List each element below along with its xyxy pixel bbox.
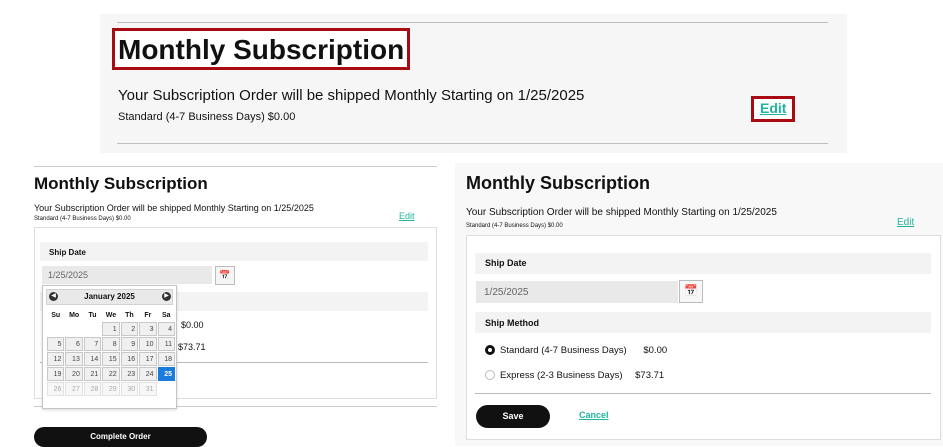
weekday-header: Tu [88,311,97,319]
calendar-day: 29 [102,382,120,396]
calendar-day[interactable]: 18 [157,352,175,366]
ship-date-input[interactable]: 1/25/2025 [42,266,212,284]
weekday-header: Fr [144,311,152,319]
subscription-editor: Monthly Subscription Your Subscription O… [455,163,943,446]
edit-link[interactable]: Edit [399,211,415,221]
divider [117,143,828,144]
calendar-day: 27 [65,382,83,396]
calendar-icon: 📅 [684,285,698,297]
page-title: Monthly Subscription [112,28,411,70]
cancel-link[interactable]: Cancel [579,410,609,420]
subscription-message: Your Subscription Order will be shipped … [466,207,777,218]
ship-date-input[interactable]: 1/25/2025 [476,281,678,303]
calendar-button[interactable]: 📅 [215,266,235,285]
calendar-day: 28 [83,382,102,396]
calendar-day[interactable]: 7 [83,337,102,351]
subscription-message: Your Subscription Order will be shipped … [34,203,314,213]
save-button[interactable]: Save [476,405,550,428]
calendar-icon: 📅 [219,270,231,280]
calendar-empty-cell [47,322,64,336]
calendar-day: 30 [120,382,139,396]
weekday-header: Th [125,311,134,319]
subscription-editor-calendar-open: Monthly Subscription Your Subscription O… [26,160,438,447]
calendar-day: 26 [47,382,65,396]
section-title: Monthly Subscription [34,174,208,193]
calendar-week: 5 6 7 8 9 10 11 [47,337,175,351]
calendar-day[interactable]: 6 [65,337,83,351]
calendar-week: 12 13 14 15 16 17 18 [47,352,175,366]
calendar-week: 1234 [47,322,175,336]
calendar-day[interactable]: 16 [120,352,139,366]
calendar-day[interactable]: 12 [47,352,65,366]
weekday-header: Sa [161,311,171,319]
option-label: Standard (4-7 Business Days) [500,345,627,356]
calendar-day[interactable]: 9 [120,337,139,351]
chevron-left-icon[interactable]: ◀ [49,292,58,301]
option-price: $0.00 [643,345,668,356]
subscription-summary-zoomed: Monthly Subscription Your Subscription O… [100,14,847,153]
radio-unselected[interactable] [485,370,495,380]
calendar-day[interactable]: 3 [139,322,157,336]
calendar-day[interactable]: 8 [102,337,120,351]
calendar-day[interactable]: 2 [120,322,139,336]
calendar-week: 26 27 28 29 30 31 [47,382,175,396]
option-price: $73.71 [635,370,665,381]
divider [117,22,828,23]
calendar-week: 19 20 21 22 23 24 25 [47,367,175,381]
ship-method-label: Ship Method [475,312,931,333]
edit-link[interactable]: Edit [897,217,914,228]
chevron-right-icon[interactable]: ▶ [162,292,171,301]
calendar-grid: Su Mo Tu We Th Fr Sa 1 2 3 4 5 6 7 8 9 10 11 12 13 14 15 16 17… [46,308,176,397]
calendar-day[interactable]: 15 [102,352,120,366]
calendar-day[interactable]: 23 [120,367,139,381]
calendar-day[interactable]: 22 [102,367,120,381]
calendar-day: 31 [139,382,157,396]
calendar-day[interactable]: 21 [83,367,102,381]
calendar-empty-cell [65,322,82,336]
calendar-day[interactable]: 17 [139,352,157,366]
calendar-button[interactable]: 📅 [679,280,703,303]
subscription-message: Your Subscription Order will be shipped … [118,87,585,104]
calendar-day[interactable]: 24 [139,367,157,381]
complete-order-button[interactable]: Complete Order [34,427,207,447]
divider [34,166,437,167]
shipping-summary: Standard (4-7 Business Days) $0.00 [118,111,296,123]
section-title: Monthly Subscription [466,173,650,193]
weekday-header: We [105,311,117,319]
calendar-day[interactable]: 11 [157,337,175,351]
calendar-empty-cell [158,382,175,396]
calendar-day[interactable]: 14 [83,352,102,366]
shipping-summary: Standard (4-7 Business Days) $0.00 [466,223,563,229]
ship-option-express[interactable]: Express (2-3 Business Days) $73.71 [485,370,664,381]
calendar-empty-cell [84,322,101,336]
calendar-day[interactable]: 1 [102,322,120,336]
ship-date-label: Ship Date [40,242,428,261]
calendar-day[interactable]: 20 [65,367,83,381]
radio-selected[interactable] [485,345,495,355]
calendar-day[interactable]: 5 [47,337,65,351]
calendar-day[interactable]: 4 [157,322,175,336]
option-label: Express (2-3 Business Days) [500,370,623,381]
weekday-header: Mo [69,311,80,319]
calendar-day[interactable]: 19 [47,367,65,381]
calendar-day[interactable]: 13 [65,352,83,366]
calendar-day[interactable]: 25 [157,367,175,381]
shipping-summary: Standard (4-7 Business Days) $0.00 [34,216,131,222]
express-price: $73.71 [178,342,206,352]
weekday-header: Su [51,311,61,319]
date-picker: January 2025 ◀ ▶ Su Mo Tu We Th Fr Sa 12345678… [42,285,177,409]
edit-link[interactable]: Edit [751,96,796,122]
divider [475,393,931,394]
ship-option-standard[interactable]: Standard (4-7 Business Days) $0.00 [485,345,667,356]
ship-date-label: Ship Date [475,253,931,274]
calendar-month: January 2025 [46,289,173,305]
calendar-day[interactable]: 10 [139,337,157,351]
standard-price: $0.00 [181,320,204,330]
